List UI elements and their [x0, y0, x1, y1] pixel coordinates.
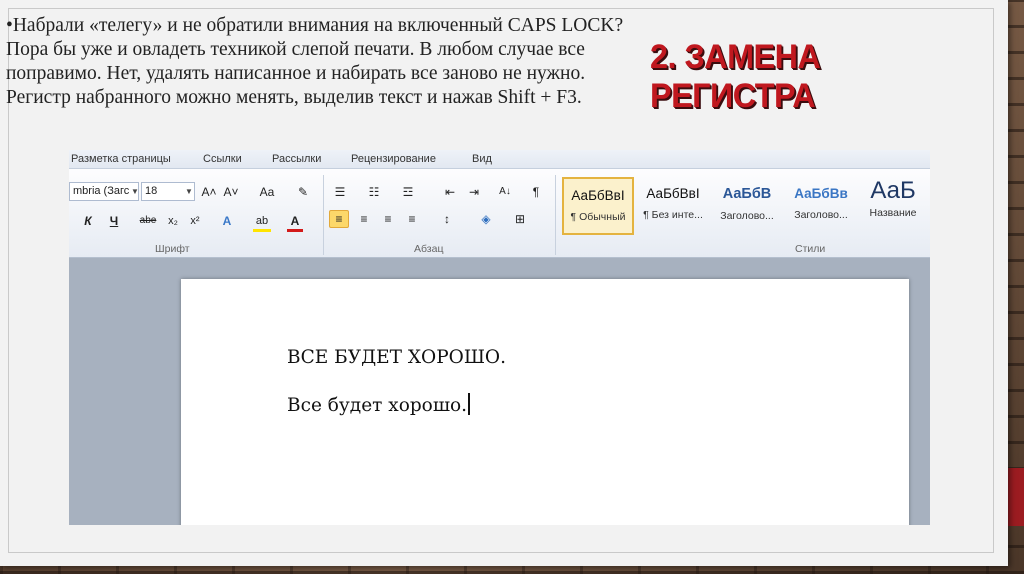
grow-font-button[interactable]: A˄ — [201, 184, 217, 200]
group-divider — [323, 175, 324, 255]
slide-body-text: •Набрали «телегу» и не обратили внимания… — [6, 15, 624, 108]
clear-format-icon[interactable]: ✎ — [295, 184, 311, 200]
align-center-button[interactable]: ≡ — [355, 211, 373, 227]
style-heading-2[interactable]: АаБбВв Заголово... — [785, 177, 857, 235]
style-sample: АаБбВвІ — [646, 186, 700, 201]
slide: •Набрали «телегу» и не обратили внимания… — [0, 0, 1008, 566]
chevron-down-icon[interactable]: ▼ — [129, 182, 141, 201]
word-screenshot: Разметка страницы Ссылки Рассылки Реценз… — [69, 150, 930, 525]
styles-group-label: Стили — [795, 243, 826, 255]
style-sample: АаБбВв — [794, 186, 848, 201]
shrink-font-button[interactable]: A˅ — [223, 184, 239, 200]
style-name: ¶ Обычный — [570, 211, 626, 223]
justify-button[interactable]: ≡ — [403, 211, 421, 227]
style-no-spacing[interactable]: АаБбВвІ ¶ Без инте... — [637, 177, 709, 235]
underline-button[interactable]: Ч — [107, 213, 121, 229]
increase-indent-icon[interactable]: ⇥ — [465, 184, 483, 200]
paragraph-group-label: Абзац — [414, 243, 444, 255]
font-group-label: Шрифт — [155, 243, 190, 255]
change-case-button[interactable]: Aa — [255, 184, 279, 200]
ribbon: mbria (Загс ▼ 18 ▼ A˄ A˅ Aa ✎ К Ч abe x₂… — [69, 168, 930, 258]
borders-icon[interactable]: ⊞ — [511, 211, 529, 227]
font-color-button[interactable]: A — [287, 213, 303, 232]
style-name: ¶ Без инте... — [643, 209, 703, 221]
document-area: ВСЕ БУДЕТ ХОРОШО. Все будет хорошо. — [69, 258, 930, 525]
style-name: Название — [869, 207, 917, 219]
slide-heading: 2. ЗАМЕНА РЕГИСТРА — [650, 38, 821, 115]
style-sample: АаБбВвІ — [571, 188, 625, 203]
text-effects-button[interactable]: A — [219, 213, 235, 229]
style-normal[interactable]: АаБбВвІ ¶ Обычный — [562, 177, 634, 235]
highlight-button[interactable]: ab — [253, 213, 271, 232]
document-page[interactable]: ВСЕ БУДЕТ ХОРОШО. Все будет хорошо. — [181, 279, 909, 525]
tab-review[interactable]: Рецензирование — [351, 153, 436, 165]
sort-icon[interactable]: A↓ — [495, 184, 515, 200]
style-name: Заголово... — [794, 209, 848, 221]
tab-view[interactable]: Вид — [472, 153, 492, 165]
bullets-icon[interactable]: ☰ — [331, 184, 349, 200]
line-spacing-icon[interactable]: ↕ — [437, 211, 457, 227]
tab-mailings[interactable]: Рассылки — [272, 153, 321, 165]
text-cursor — [468, 393, 471, 415]
group-divider — [555, 175, 556, 255]
chevron-down-icon[interactable]: ▼ — [183, 182, 195, 201]
align-left-button[interactable]: ≡ — [329, 210, 349, 228]
numbering-icon[interactable]: ☷ — [365, 184, 383, 200]
show-marks-icon[interactable]: ¶ — [529, 184, 543, 200]
tab-references[interactable]: Ссылки — [203, 153, 242, 165]
style-sample: АаБбВ — [722, 186, 772, 202]
style-name: Заголово... — [720, 210, 774, 222]
ribbon-tabs: Разметка страницы Ссылки Рассылки Реценз… — [69, 150, 930, 168]
document-line-normal[interactable]: Все будет хорошо. — [287, 393, 471, 416]
subscript-button[interactable]: x₂ — [165, 213, 181, 229]
style-sample: АаБ — [870, 177, 916, 204]
tab-page-layout[interactable]: Разметка страницы — [71, 153, 171, 165]
italic-button[interactable]: К — [81, 213, 95, 229]
align-right-button[interactable]: ≡ — [379, 211, 397, 227]
shading-icon[interactable]: ◈ — [477, 211, 495, 227]
style-title[interactable]: АаБ Название — [857, 177, 929, 235]
strikethrough-button[interactable]: abe — [137, 213, 159, 229]
document-line-text: Все будет хорошо. — [287, 395, 468, 416]
decrease-indent-icon[interactable]: ⇤ — [441, 184, 459, 200]
style-heading-1[interactable]: АаБбВ Заголово... — [711, 177, 783, 235]
superscript-button[interactable]: x² — [187, 213, 203, 229]
multilevel-list-icon[interactable]: ☲ — [399, 184, 417, 200]
document-line-uppercase[interactable]: ВСЕ БУДЕТ ХОРОШО. — [287, 347, 506, 368]
